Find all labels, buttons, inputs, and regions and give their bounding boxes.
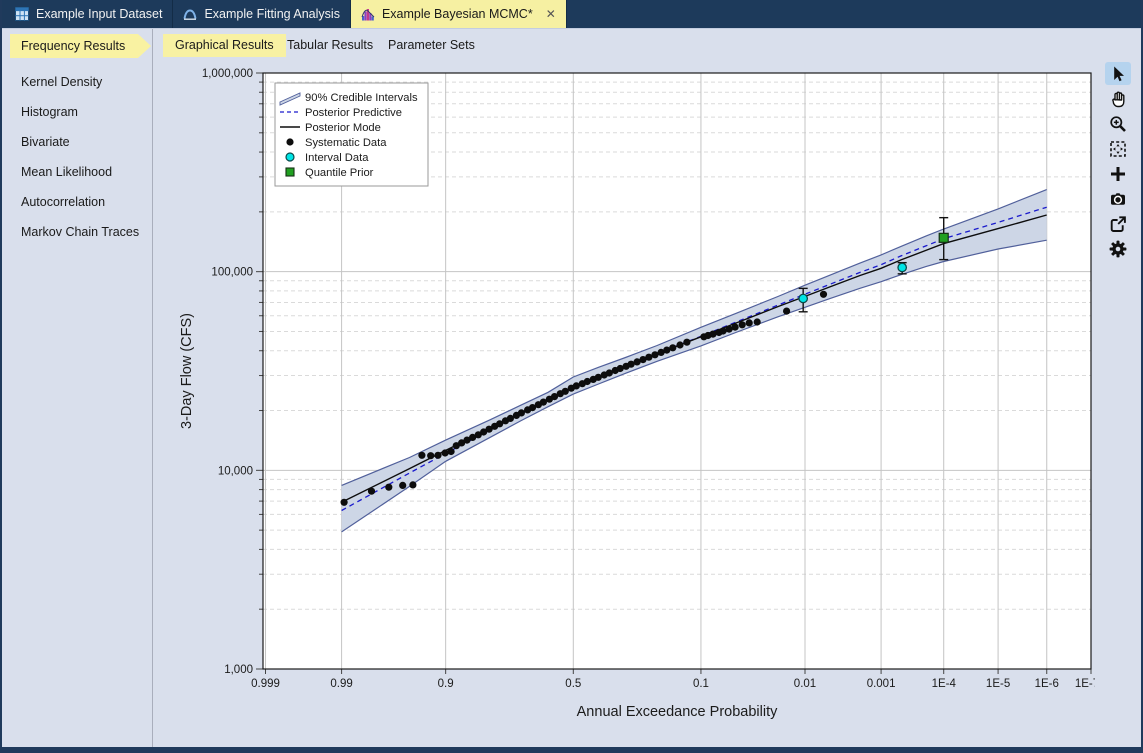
legend-label: 90% Credible Intervals [305,92,418,104]
tab-example-fitting-analysis[interactable]: Example Fitting Analysis [173,0,350,28]
zoom-in-button[interactable] [1105,112,1131,135]
export-button[interactable] [1105,212,1131,235]
crosshair-button[interactable] [1105,162,1131,185]
tab-example-input-dataset[interactable]: Example Input Dataset [5,0,173,28]
x-tick-label: 1E-7 [1075,678,1095,690]
sidebar-item-markov-chain-traces[interactable]: Markov Chain Traces [2,217,152,247]
settings-button[interactable] [1105,237,1131,260]
y-tick-label: 100,000 [211,267,253,279]
x-tick-label: 0.999 [251,678,280,690]
gear-icon [1108,239,1128,259]
histogram-icon [361,7,375,21]
dataset-table-icon [15,7,29,21]
y-tick-label: 1,000,000 [202,68,253,80]
fit-extents-icon [1108,139,1128,159]
camera-icon [1108,189,1128,209]
sidebar-item-kernel-density[interactable]: Kernel Density [2,67,152,97]
sidebar-item-label: Markov Chain Traces [21,225,139,239]
legend-label: Quantile Prior [305,167,374,179]
frequency-curve-chart[interactable]: 0.999 0.99 0.9 0.5 0.1 0.01 0.001 1E-4 1E-5 1E-6 1… [153,28,1095,747]
select-cursor-button[interactable] [1105,62,1131,85]
sidebar-item-label: Mean Likelihood [21,165,112,179]
sidebar-item-label: Frequency Results [21,39,125,53]
x-tick-label: 0.01 [794,678,816,690]
x-axis-title: Annual Exceedance Probability [577,704,778,720]
sidebar-item-label: Autocorrelation [21,195,105,209]
x-tick-label: 1E-5 [986,678,1010,690]
hand-icon [1108,89,1128,109]
quantile-prior-points [939,233,948,242]
results-sidebar: Frequency Results Kernel Density Histogr… [2,29,152,747]
plot-toolbar [1095,29,1141,747]
window-border-left [0,0,2,753]
sidebar-item-bivariate[interactable]: Bivariate [2,127,152,157]
sidebar-item-mean-likelihood[interactable]: Mean Likelihood [2,157,152,187]
sidebar-splitter[interactable] [152,29,153,747]
export-arrow-icon [1108,214,1128,234]
tab-label: Example Input Dataset [36,7,162,21]
sidebar-item-frequency-results[interactable]: Frequency Results [10,34,151,58]
document-tab-bar: Example Input Dataset Example Fitting An… [0,0,1143,29]
y-tick-label: 1,000 [224,664,253,676]
y-tick-label: 10,000 [218,465,253,477]
pan-button[interactable] [1105,87,1131,110]
sidebar-item-histogram[interactable]: Histogram [2,97,152,127]
fitting-curve-icon [183,7,197,21]
tab-example-bayesian-mcmc[interactable]: Example Bayesian MCMC* ✕ [351,0,567,28]
sidebar-item-label: Bivariate [21,135,70,149]
plus-icon [1108,164,1128,184]
legend-label: Posterior Mode [305,122,381,134]
x-tick-label: 0.1 [693,678,709,690]
x-tick-label: 0.5 [565,678,581,690]
zoom-extents-button[interactable] [1105,137,1131,160]
window-border-bottom [0,747,1143,753]
y-axis-title: 3-Day Flow (CFS) [179,313,195,429]
x-tick-label: 0.9 [438,678,454,690]
cursor-arrow-icon [1108,64,1128,84]
sidebar-item-label: Histogram [21,105,78,119]
sidebar-item-autocorrelation[interactable]: Autocorrelation [2,187,152,217]
tab-label: Example Fitting Analysis [204,7,339,21]
close-icon[interactable]: ✕ [546,7,556,21]
legend-label: Posterior Predictive [305,107,402,119]
legend-label: Interval Data [305,152,369,164]
x-tick-label: 1E-4 [932,678,957,690]
legend-label: Systematic Data [305,137,387,149]
tab-label: Example Bayesian MCMC* [382,7,533,21]
snapshot-button[interactable] [1105,187,1131,210]
x-tick-label: 0.99 [330,678,352,690]
x-tick-label: 1E-6 [1035,678,1059,690]
x-tick-label: 0.001 [867,678,896,690]
sidebar-item-label: Kernel Density [21,75,102,89]
magnifier-plus-icon [1108,114,1128,134]
